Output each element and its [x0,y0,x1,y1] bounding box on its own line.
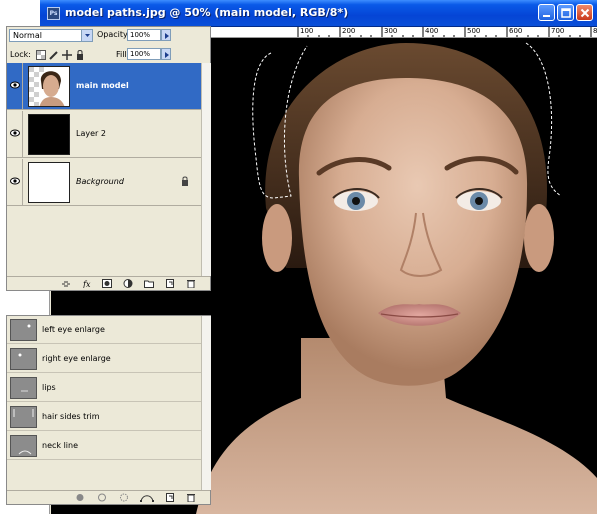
fill-value: 100% [130,50,151,58]
path-name: right eye enlarge [42,354,111,363]
chevron-right-icon [165,52,169,58]
layer-mask-icon[interactable] [102,279,112,288]
layer-style-icon[interactable]: fx [83,279,97,288]
lock-label: Lock: [10,50,31,59]
eye-icon [10,129,20,137]
path-thumbnail [10,377,37,399]
path-name: left eye enlarge [42,325,105,334]
ruler-tick-label: 500 [467,27,481,35]
opacity-slider-button[interactable] [161,29,171,41]
fill-field[interactable]: 100% [127,48,161,60]
visibility-toggle[interactable] [7,111,23,157]
blend-mode-select[interactable]: Normal [9,29,93,42]
lock-position-icon[interactable] [62,50,72,60]
path-name: lips [42,383,56,392]
paths-panel: left eye enlarge right eye enlarge lips … [6,315,211,505]
trash-icon[interactable] [186,493,196,502]
path-row-right-eye-enlarge[interactable]: right eye enlarge [7,345,201,373]
path-thumbnail [10,435,37,457]
stroke-path-icon[interactable] [97,493,107,502]
layer-name: Layer 2 [76,129,106,138]
ruler-tick-label: 300 [384,27,398,35]
visibility-toggle[interactable] [7,63,23,109]
path-thumbnail [10,319,37,341]
chevron-right-icon [165,33,169,39]
layer-row-main-model[interactable]: main model [7,63,201,110]
make-work-path-icon[interactable] [140,493,154,502]
close-button[interactable] [576,4,593,21]
eye-icon [10,177,20,185]
lock-transparent-icon[interactable] [36,50,46,60]
layer-thumbnail [28,162,70,203]
fill-path-icon[interactable] [75,493,85,502]
photoshop-doc-icon: Ps [47,7,60,20]
path-thumbnail [10,348,37,370]
visibility-toggle[interactable] [7,159,23,205]
paths-footer [7,490,210,504]
ruler-tick-label: 200 [342,27,356,35]
ruler-tick-label: 400 [425,27,439,35]
new-path-icon[interactable] [165,493,175,502]
adjustment-layer-icon[interactable] [123,279,133,288]
path-row-hair-sides-trim[interactable]: hair sides trim [7,403,201,431]
layer-name: main model [76,81,129,90]
eye-icon [10,81,20,89]
opacity-field[interactable]: 100% [127,29,161,41]
path-row-neck-line[interactable]: neck line [7,432,201,460]
maximize-button[interactable] [557,4,574,21]
ruler-tick-label: 100 [300,27,314,35]
new-group-icon[interactable] [144,279,154,288]
minimize-icon [543,15,550,17]
close-icon [580,8,590,18]
path-name: hair sides trim [42,412,100,421]
minimize-button[interactable] [538,4,555,21]
layer-name: Background [76,177,124,186]
new-layer-icon[interactable] [165,279,175,288]
maximize-icon [561,8,571,18]
fill-slider-button[interactable] [161,48,171,60]
load-selection-icon[interactable] [119,493,129,502]
path-row-lips[interactable]: lips [7,374,201,402]
path-name: neck line [42,441,79,450]
ruler-tick-label: 700 [551,27,565,35]
paths-scrollbar[interactable] [201,316,211,490]
layer-thumbnail [28,114,70,155]
blend-mode-value: Normal [13,31,42,40]
layer-row-layer-2[interactable]: Layer 2 [7,111,201,158]
path-row-left-eye-enlarge[interactable]: left eye enlarge [7,316,201,344]
lock-all-icon[interactable] [75,50,85,60]
ruler-tick-label: 600 [509,27,523,35]
chevron-down-icon[interactable] [81,30,92,41]
ruler-tick-label: 800 [593,27,597,35]
document-title: model paths.jpg @ 50% (main model, RGB/8… [65,6,349,19]
svg-text:fx: fx [83,280,91,288]
path-thumbnail [10,406,37,428]
link-layers-icon[interactable] [61,279,71,288]
opacity-label: Opacity: [97,30,130,39]
layer-row-background[interactable]: Background [7,159,201,206]
title-bar[interactable]: Ps model paths.jpg @ 50% (main model, RG… [40,0,597,27]
lock-pixels-icon[interactable] [49,50,59,60]
layers-panel: Normal Opacity: 100% Lock: Fill: 100% ma… [6,26,211,291]
layer-thumbnail [28,66,70,107]
lock-icon [182,176,188,186]
opacity-value: 100% [130,31,151,39]
layers-scrollbar[interactable] [201,63,211,276]
layers-footer: fx [7,276,210,290]
trash-icon[interactable] [186,279,196,288]
